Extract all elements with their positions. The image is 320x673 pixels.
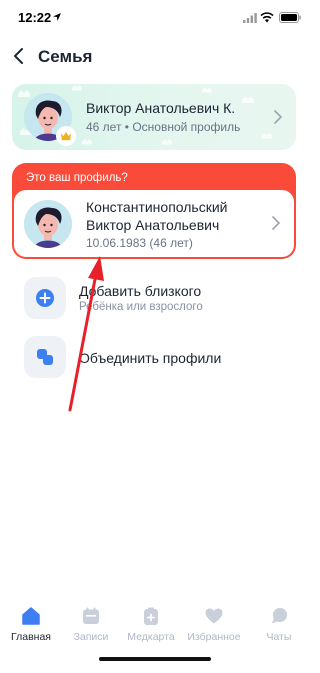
profile-suggestion-card: Это ваш профиль? Константинопольский Вик…	[12, 163, 296, 259]
page-header: Семья	[0, 42, 310, 72]
avatar-portrait-icon	[24, 200, 72, 248]
suggested-profile-birthdate: 10.06.1983 (46 лет)	[86, 236, 193, 250]
merge-profiles-icon-box	[24, 336, 66, 378]
merge-icon	[37, 349, 53, 365]
tab-medcard-label: Медкарта	[127, 631, 175, 643]
medcard-icon	[144, 607, 158, 625]
tab-medcard[interactable]: Медкарта	[120, 602, 182, 650]
tab-home-label: Главная	[11, 631, 51, 643]
suggested-profile-name: Виктор Анатольевич	[86, 217, 220, 233]
page-title: Семья	[38, 47, 93, 66]
suggestion-label: Это ваш профиль?	[26, 172, 128, 184]
avatar	[24, 200, 72, 248]
heart-icon	[205, 608, 223, 624]
chevron-right-icon	[272, 216, 280, 230]
add-relative-button[interactable]: Добавить близкого Ребёнка или взрослого	[24, 277, 294, 321]
plus-icon	[36, 289, 54, 307]
add-relative-subtitle: Ребёнка или взрослого	[79, 301, 203, 313]
tab-appointments-label: Записи	[73, 631, 109, 643]
status-time: 12:22	[18, 10, 52, 25]
battery-icon	[279, 12, 301, 23]
back-chevron-icon[interactable]	[12, 46, 26, 66]
chevron-right-icon	[274, 110, 282, 124]
main-profile-subtitle: 46 лет • Основной профиль	[86, 120, 241, 134]
suggested-profile-surname: Константинопольский	[86, 199, 228, 215]
add-relative-title: Добавить близкого	[79, 283, 202, 299]
merge-profiles-title: Объединить профили	[79, 350, 222, 366]
merge-profiles-button[interactable]: Объединить профили	[24, 336, 294, 380]
crown-icon	[61, 131, 71, 141]
tab-favorites[interactable]: Избранное	[183, 602, 245, 650]
location-arrow-icon	[53, 13, 61, 21]
home-icon	[22, 607, 40, 625]
calendar-icon	[83, 607, 99, 624]
chat-icon	[272, 608, 287, 623]
main-profile-name: Виктор Анатольевич К.	[86, 100, 236, 116]
tab-home[interactable]: Главная	[0, 602, 62, 650]
tab-appointments[interactable]: Записи	[60, 602, 122, 650]
status-bar: 12:22	[0, 0, 310, 40]
home-indicator	[99, 657, 211, 661]
tab-favorites-label: Избранное	[187, 631, 241, 643]
suggested-profile-item[interactable]: Константинопольский Виктор Анатольевич 1…	[14, 190, 294, 257]
tab-chats-label: Чаты	[266, 631, 292, 643]
tab-bar: Главная Записи Медкарта Избранное Чаты	[0, 602, 310, 650]
tab-chats[interactable]: Чаты	[248, 602, 310, 650]
add-relative-icon-box	[24, 277, 66, 319]
crown-badge	[56, 126, 76, 146]
main-profile-card[interactable]: Виктор Анатольевич К. 46 лет • Основной …	[12, 84, 296, 150]
wifi-icon	[260, 12, 274, 23]
cellular-signal-icon	[243, 13, 257, 23]
